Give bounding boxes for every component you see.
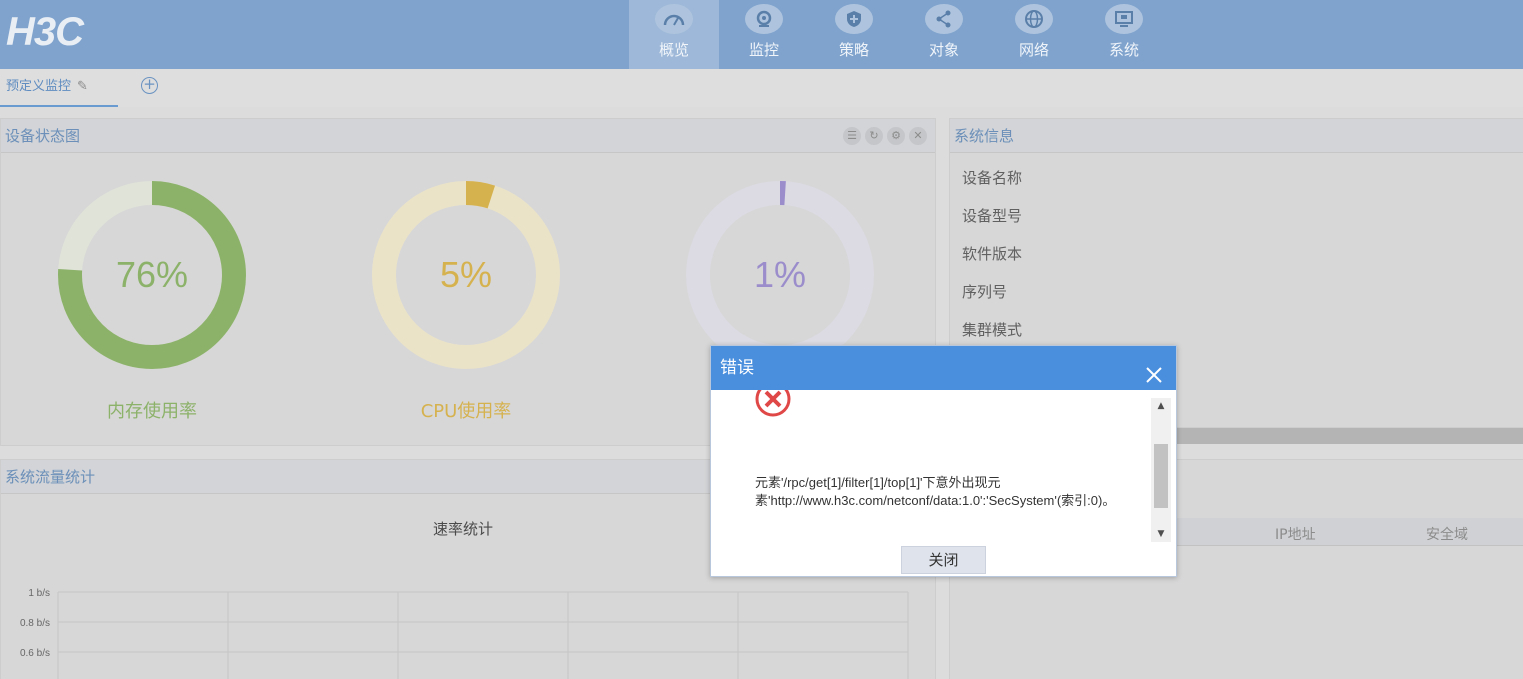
y-tick-label: 0.6 b/s	[20, 648, 50, 659]
close-button[interactable]: 关闭	[901, 546, 986, 574]
refresh-icon[interactable]: ↻	[865, 127, 883, 145]
gauge-label: CPU使用率	[420, 401, 512, 422]
monitor-icon	[1105, 4, 1143, 34]
gauge-cpu: 5% CPU使用率	[366, 175, 566, 423]
gauge-label: 内存使用率	[107, 401, 197, 422]
nav-label: 系统	[1108, 41, 1139, 59]
globe-icon	[1015, 4, 1053, 34]
nav-system[interactable]: 系统	[1079, 0, 1169, 69]
memory-gauge-ring: 76%	[58, 181, 246, 369]
nav-label: 概览	[658, 41, 689, 59]
nav-monitor[interactable]: 监控	[719, 0, 809, 69]
camera-icon	[745, 4, 783, 34]
gear-icon[interactable]: ⚙	[887, 127, 905, 145]
nav-object[interactable]: 对象	[899, 0, 989, 69]
y-tick-label: 0.8 b/s	[20, 618, 50, 629]
rate-chart: 1 b/s 0.8 b/s 0.6 b/s	[20, 588, 909, 679]
panel-header: 设备状态图 ☰ ↻ ⚙ ✕	[1, 119, 935, 153]
dashboard-icon	[655, 4, 693, 34]
share-icon	[925, 4, 963, 34]
nav-label: 网络	[1018, 41, 1049, 59]
close-icon[interactable]	[1144, 358, 1164, 383]
tab-predefined-monitor[interactable]: 预定义监控 ✎	[0, 69, 118, 107]
column-zone: 安全域	[1426, 527, 1468, 543]
tab-strip: 预定义监控 ✎ +	[0, 69, 1523, 107]
pencil-icon[interactable]: ✎	[77, 79, 88, 94]
gauge-memory: 76% 内存使用率	[52, 175, 252, 423]
info-cluster-mode: 集群模式	[962, 321, 1023, 339]
y-tick-label: 1 b/s	[28, 588, 50, 599]
gauge-value: 76%	[116, 254, 188, 295]
nav-label: 策略	[838, 41, 869, 59]
info-software-version: 软件版本	[962, 245, 1023, 263]
scroll-down-icon[interactable]: ▼	[1151, 526, 1171, 542]
dialog-scrollbar[interactable]: ▲ ▼	[1151, 398, 1171, 542]
dialog-title: 错误	[720, 358, 754, 378]
close-icon[interactable]: ✕	[909, 127, 927, 145]
add-tab-icon[interactable]: +	[141, 77, 158, 94]
error-message: 元素'/rpc/get[1]/filter[1]/top[1]'下意外出现元素'…	[755, 475, 1116, 508]
panel-scroll-track[interactable]	[1170, 428, 1523, 444]
nav-label: 监控	[748, 41, 779, 59]
column-ip: IP地址	[1275, 527, 1316, 543]
panel-title: 系统流量统计	[5, 468, 96, 486]
nav-network[interactable]: 网络	[989, 0, 1079, 69]
panel-title: 系统信息	[954, 127, 1015, 145]
cpu-gauge-ring: 5%	[372, 181, 560, 369]
top-bar: H3C 概览 监控 策略 对象 网络 系统	[0, 0, 1523, 69]
gauge-value: 5%	[440, 254, 492, 295]
panel-title: 设备状态图	[5, 127, 81, 145]
nav-policy[interactable]: 策略	[809, 0, 899, 69]
info-device-name: 设备名称	[962, 169, 1023, 187]
gauge-value: 1%	[754, 254, 806, 295]
error-dialog: 错误 元素'/rpc/get[1]/filter[1]/top[1]'下意外出现…	[710, 345, 1177, 577]
tab-label: 预定义监控	[6, 79, 72, 94]
dialog-body: 元素'/rpc/get[1]/filter[1]/top[1]'下意外出现元素'…	[711, 390, 1151, 544]
scroll-up-icon[interactable]: ▲	[1151, 398, 1171, 414]
dialog-header: 错误	[711, 346, 1176, 390]
main-nav: 概览 监控 策略 对象 网络 系统	[629, 0, 1169, 69]
shield-icon	[835, 4, 873, 34]
info-device-model: 设备型号	[962, 207, 1023, 225]
nav-label: 对象	[928, 41, 959, 59]
panel-header: 系统信息	[950, 119, 1523, 153]
nav-overview[interactable]: 概览	[629, 0, 719, 69]
chart-title: 速率统计	[433, 520, 494, 538]
scroll-thumb[interactable]	[1154, 444, 1168, 508]
info-serial-number: 序列号	[962, 283, 1008, 301]
list-icon[interactable]: ☰	[843, 127, 861, 145]
error-icon	[755, 390, 791, 417]
h3c-logo: H3C	[6, 10, 84, 54]
